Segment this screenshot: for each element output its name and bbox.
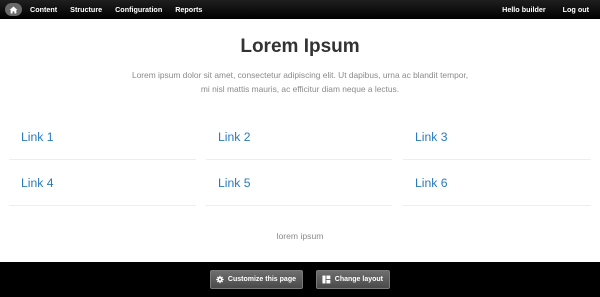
link-2[interactable]: Link 2 bbox=[206, 130, 251, 144]
change-layout-button[interactable]: Change layout bbox=[316, 270, 390, 289]
page-manager-bar: Customize this page Change layout bbox=[0, 262, 600, 297]
layout-grid-icon bbox=[322, 275, 331, 284]
toolbar-item-configuration[interactable]: Configuration bbox=[115, 5, 162, 14]
link-3[interactable]: Link 3 bbox=[403, 130, 448, 144]
toolbar-item-content[interactable]: Content bbox=[30, 5, 57, 14]
link-cell-1: Link 1 bbox=[9, 114, 196, 160]
link-cell-4: Link 4 bbox=[9, 160, 196, 206]
link-1[interactable]: Link 1 bbox=[9, 130, 54, 144]
link-cell-5: Link 5 bbox=[206, 160, 392, 206]
link-5[interactable]: Link 5 bbox=[206, 176, 251, 190]
customize-page-label: Customize this page bbox=[227, 276, 296, 283]
lead-line-1: Lorem ipsum dolor sit amet, consectetur … bbox=[131, 70, 469, 80]
link-6[interactable]: Link 6 bbox=[403, 176, 448, 190]
footer-text: lorem ipsum bbox=[276, 231, 324, 241]
lead-line-2: mi nisl mattis mauris, ac efficitur diam… bbox=[200, 84, 400, 94]
link-cell-6: Link 6 bbox=[403, 160, 591, 206]
toolbar-item-reports[interactable]: Reports bbox=[175, 5, 202, 14]
home-icon bbox=[9, 5, 18, 14]
customize-page-button[interactable]: Customize this page bbox=[210, 270, 303, 289]
admin-toolbar: Content Structure Configuration Reports … bbox=[0, 0, 600, 19]
toolbar-item-structure[interactable]: Structure bbox=[70, 5, 102, 14]
user-profile-link[interactable]: Hello builder bbox=[502, 5, 546, 14]
toolbar-user-menu: Hello builder Log out bbox=[502, 5, 600, 14]
link-4[interactable]: Link 4 bbox=[9, 176, 54, 190]
link-cell-3: Link 3 bbox=[403, 114, 591, 160]
link-cell-2: Link 2 bbox=[206, 114, 392, 160]
change-layout-label: Change layout bbox=[334, 276, 383, 283]
lead-paragraph: Lorem ipsum dolor sit amet, consectetur … bbox=[100, 68, 500, 96]
gear-icon bbox=[216, 275, 224, 284]
home-button[interactable] bbox=[5, 3, 22, 16]
page-title: Lorem Ipsum bbox=[240, 36, 360, 57]
logout-link[interactable]: Log out bbox=[563, 5, 589, 14]
